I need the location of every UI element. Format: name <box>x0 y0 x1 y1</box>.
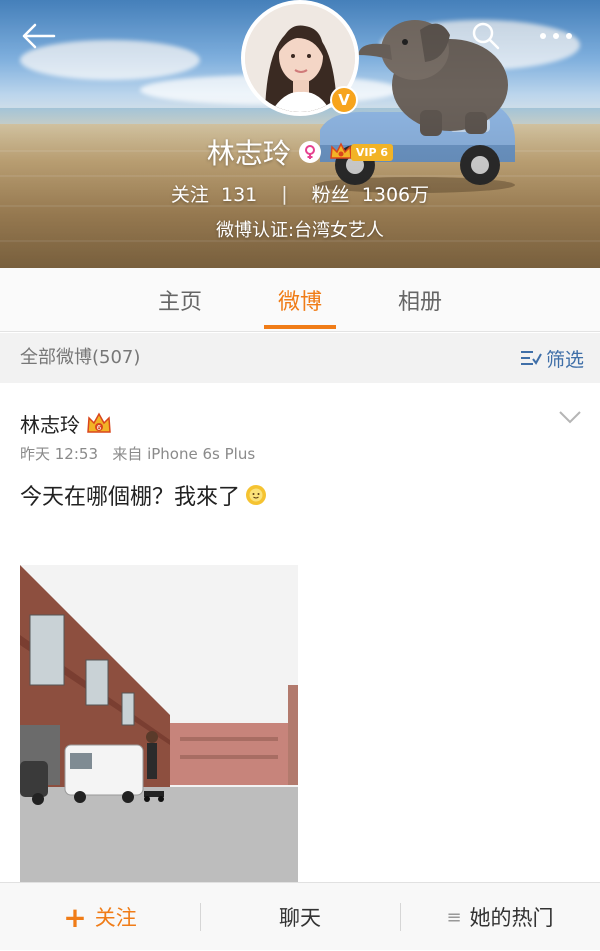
post-author[interactable]: 林志玲 6 <box>20 409 112 438</box>
tab-weibo[interactable]: 微博 <box>255 268 345 332</box>
profile-name-row: 林志玲 VIP 6 <box>0 132 600 172</box>
verified-badge: V <box>330 86 358 114</box>
female-gender-icon <box>298 141 321 163</box>
list-icon: ≡ <box>446 906 462 928</box>
following-label: 关注 <box>170 184 209 206</box>
stats-divider: | <box>281 182 288 205</box>
more-icon <box>540 33 572 39</box>
followers-label: 粉丝 <box>311 184 350 206</box>
following-count: 131 <box>220 184 258 206</box>
tab-album[interactable]: 相册 <box>375 268 465 332</box>
filter-label: 筛选 <box>545 348 584 371</box>
filter-bar: 全部微博(507) 筛选 <box>0 333 600 383</box>
chat-button[interactable]: 聊天 <box>200 883 400 951</box>
verified-badge-label: V <box>338 91 350 109</box>
post-text-content: 今天在哪個棚？我來了 <box>20 485 241 510</box>
followers-stat[interactable]: 粉丝 1306万 <box>312 180 429 207</box>
chevron-down-icon <box>559 411 581 424</box>
post-options-button[interactable] <box>558 409 582 428</box>
search-icon <box>472 22 500 50</box>
post-photo[interactable] <box>20 565 298 883</box>
weibo-post: 林志玲 6 昨天 12:53 来自 iPhone 6s Plus 今天在哪個棚？… <box>0 383 600 883</box>
post-meta: 昨天 12:53 来自 iPhone 6s Plus <box>20 443 255 464</box>
certification-text: 微博认证:台湾女艺人 <box>215 220 385 241</box>
plus-icon: + <box>63 900 87 934</box>
sunflower-emoji-icon <box>246 485 267 505</box>
vip-badge[interactable]: VIP 6 <box>329 141 394 163</box>
tab-home[interactable]: 主页 <box>135 268 225 332</box>
profile-tabs: 主页 微博 相册 <box>0 268 600 332</box>
follow-label: 关注 <box>94 906 137 930</box>
vip-crown-icon: 6 <box>87 411 111 433</box>
bottom-action-bar: + 关注 聊天 ≡ 她的热门 <box>0 882 600 950</box>
following-stat[interactable]: 关注 131 <box>171 180 257 207</box>
back-button[interactable] <box>18 18 58 54</box>
vip-crown-icon <box>330 142 352 159</box>
filter-button[interactable]: 筛选 <box>520 333 584 383</box>
back-arrow-icon <box>22 23 56 49</box>
more-button[interactable] <box>536 18 576 54</box>
her-hot-label: 她的热门 <box>469 906 554 930</box>
post-text: 今天在哪個棚？我來了 <box>20 479 268 511</box>
street-photo <box>20 565 298 883</box>
her-hot-button[interactable]: ≡ 她的热门 <box>400 883 600 951</box>
filter-icon <box>520 351 542 365</box>
svg-text:6: 6 <box>97 424 102 432</box>
post-time: 昨天 12:53 <box>20 445 98 463</box>
vip-level: VIP 6 <box>350 143 394 161</box>
chat-label: 聊天 <box>279 906 321 930</box>
all-posts-count[interactable]: 全部微博(507) <box>20 333 140 383</box>
followers-count: 1306万 <box>361 184 430 206</box>
post-author-name: 林志玲 <box>20 413 80 437</box>
active-tab-indicator <box>264 325 336 329</box>
profile-stats: 关注 131 | 粉丝 1306万 <box>0 180 600 207</box>
post-source: 来自 iPhone 6s Plus <box>112 445 256 463</box>
follow-button[interactable]: + 关注 <box>0 883 200 951</box>
profile-name: 林志玲 <box>206 137 291 170</box>
search-button[interactable] <box>466 18 506 54</box>
